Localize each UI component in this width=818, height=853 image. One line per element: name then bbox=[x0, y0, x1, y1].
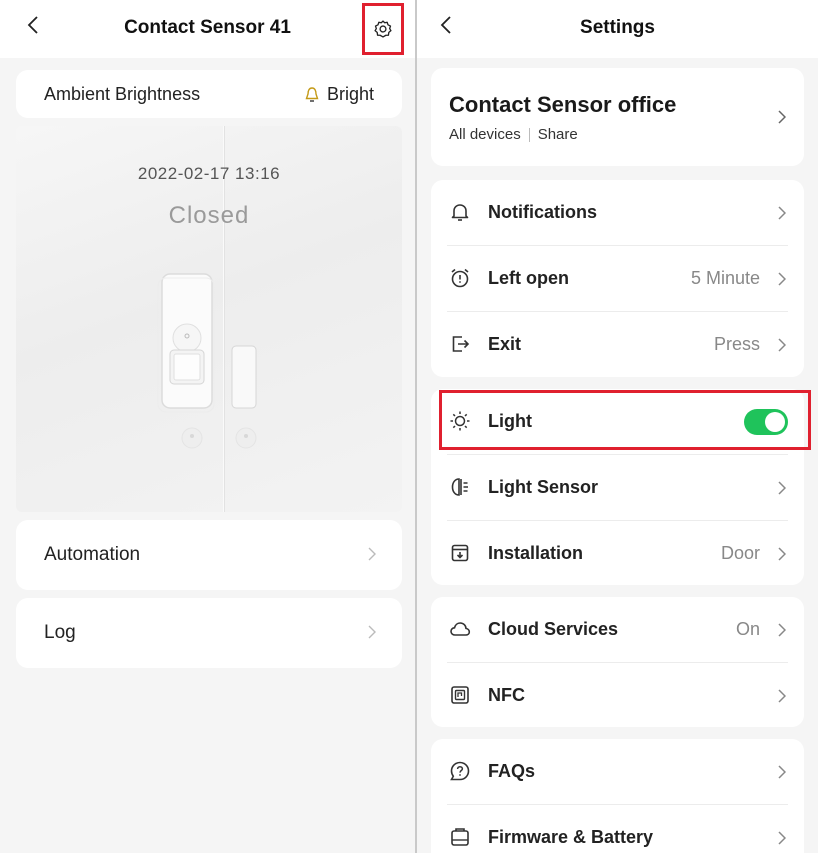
exit-value: Press bbox=[713, 334, 760, 354]
faqs-row[interactable]: FAQs bbox=[431, 739, 804, 805]
chevron-right-icon bbox=[778, 689, 786, 703]
cloud-services-label: Cloud Services bbox=[488, 619, 619, 639]
chevron-right-icon bbox=[368, 625, 376, 639]
settings-header: Settings bbox=[417, 0, 818, 58]
chevron-right-icon bbox=[778, 481, 786, 495]
cloud-services-value: On bbox=[735, 619, 760, 639]
device-name: Contact Sensor office bbox=[449, 92, 677, 117]
device-panel: Contact Sensor 41 Ambient Brightness Bri… bbox=[0, 0, 415, 853]
faqs-label: FAQs bbox=[488, 761, 536, 781]
light-row-highlight bbox=[439, 390, 811, 450]
left-open-value: 5 Minute bbox=[690, 268, 760, 288]
chevron-right-icon bbox=[778, 272, 786, 286]
notifications-label: Notifications bbox=[488, 202, 598, 222]
exit-row[interactable]: Exit Press bbox=[431, 312, 804, 378]
page-title: Contact Sensor 41 bbox=[124, 17, 291, 38]
nfc-row[interactable]: NFC bbox=[431, 663, 804, 729]
notifications-row[interactable]: Notifications bbox=[431, 180, 804, 246]
ambient-brightness-label: Ambient Brightness bbox=[44, 84, 201, 104]
settings-section-services: Cloud Services On NFC bbox=[431, 597, 804, 727]
page-title: Settings bbox=[580, 17, 655, 38]
log-row[interactable]: Log bbox=[16, 598, 402, 668]
nfc-icon bbox=[451, 686, 469, 704]
contact-sensor-illustration bbox=[157, 273, 257, 449]
chevron-right-icon bbox=[778, 547, 786, 561]
log-label: Log bbox=[44, 622, 76, 643]
device-links: All devices Share bbox=[449, 126, 578, 143]
faq-icon bbox=[450, 761, 470, 781]
exit-label: Exit bbox=[488, 334, 522, 354]
chevron-right-icon bbox=[778, 623, 786, 637]
bulb-icon bbox=[305, 86, 319, 102]
firmware-battery-row[interactable]: Firmware & Battery bbox=[431, 805, 804, 853]
device-header: Contact Sensor 41 bbox=[0, 0, 415, 58]
light-sensor-label: Light Sensor bbox=[488, 477, 599, 497]
cloud-services-row[interactable]: Cloud Services On bbox=[431, 597, 804, 663]
device-info-card[interactable]: Contact Sensor office All devices Share bbox=[431, 68, 804, 166]
sensor-status-area: 2022-02-17 13:16 Closed bbox=[16, 126, 402, 512]
chevron-right-icon bbox=[778, 831, 786, 845]
light-sensor-row[interactable]: Light Sensor bbox=[431, 455, 804, 521]
exit-icon bbox=[452, 336, 470, 352]
ambient-brightness-value: Bright bbox=[303, 84, 374, 105]
installation-icon bbox=[451, 544, 469, 562]
settings-button[interactable] bbox=[362, 3, 404, 55]
settings-section-alerts: Notifications Left open 5 Minute Exit Pr… bbox=[431, 180, 804, 377]
share-link[interactable]: Share bbox=[538, 126, 578, 143]
all-devices-link[interactable]: All devices bbox=[449, 126, 521, 143]
chevron-right-icon bbox=[368, 547, 376, 561]
automation-row[interactable]: Automation bbox=[16, 520, 402, 590]
cloud-icon bbox=[450, 622, 471, 636]
chevron-right-icon bbox=[778, 206, 786, 220]
installation-row[interactable]: Installation Door bbox=[431, 521, 804, 587]
status-state: Closed bbox=[168, 202, 250, 229]
installation-label: Installation bbox=[488, 543, 584, 563]
nfc-label: NFC bbox=[488, 685, 525, 705]
left-open-row[interactable]: Left open 5 Minute bbox=[431, 246, 804, 312]
light-sensor-icon bbox=[451, 478, 468, 496]
gear-icon bbox=[374, 20, 392, 38]
chevron-right-icon bbox=[778, 338, 786, 352]
battery-icon bbox=[451, 828, 469, 846]
automation-label: Automation bbox=[44, 544, 141, 565]
installation-value: Door bbox=[720, 543, 760, 563]
left-open-label: Left open bbox=[488, 268, 569, 288]
chevron-right-icon bbox=[778, 765, 786, 779]
link-divider bbox=[528, 127, 530, 142]
ambient-brightness-card: Ambient Brightness Bright bbox=[16, 70, 402, 118]
alarm-clock-icon bbox=[451, 268, 469, 288]
ambient-brightness-text: Bright bbox=[326, 84, 374, 104]
firmware-battery-label: Firmware & Battery bbox=[488, 827, 654, 847]
chevron-right-icon bbox=[778, 110, 786, 124]
settings-section-help: FAQs Firmware & Battery bbox=[431, 739, 804, 853]
status-timestamp: 2022-02-17 13:16 bbox=[137, 164, 281, 183]
bell-icon bbox=[451, 204, 469, 221]
